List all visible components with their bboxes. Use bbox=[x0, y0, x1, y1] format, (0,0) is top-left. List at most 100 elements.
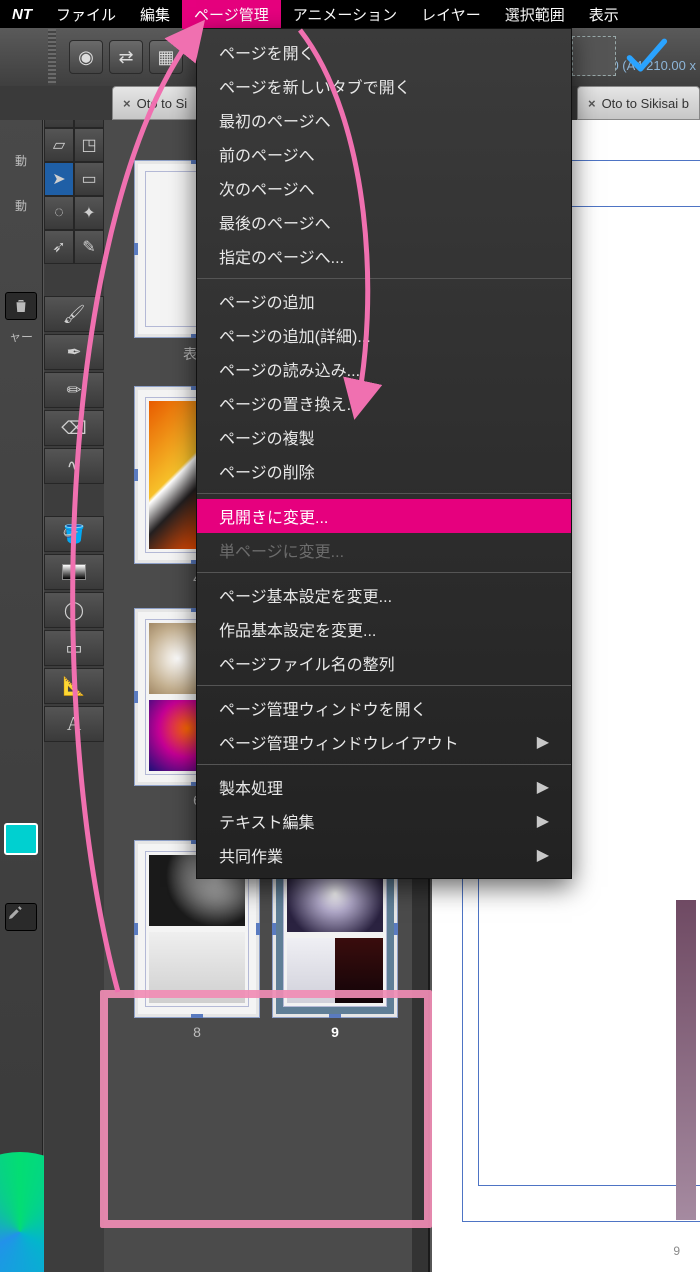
operation-tool-icon[interactable]: ◳ bbox=[74, 128, 104, 162]
menu-item[interactable]: ページの追加 bbox=[197, 284, 571, 318]
menu-item-label: 共同作業 bbox=[219, 843, 283, 867]
menu-item-label: ページ管理ウィンドウを開く bbox=[219, 696, 427, 720]
menu-ファイル[interactable]: ファイル bbox=[44, 0, 128, 29]
close-icon[interactable]: × bbox=[588, 96, 596, 111]
pencil-tool-icon[interactable]: ✏ bbox=[44, 372, 104, 408]
menu-item-label: ページの追加(詳細)... bbox=[219, 323, 371, 347]
confirm-button-icon[interactable] bbox=[624, 34, 668, 78]
menu-item[interactable]: テキスト編集 ▶ bbox=[197, 804, 571, 838]
fill-tool-icon[interactable]: 🪣 bbox=[44, 516, 104, 552]
menu-item[interactable]: 次のページへ bbox=[197, 171, 571, 205]
panel-label: 動 bbox=[0, 148, 42, 173]
submenu-arrow-icon: ▶ bbox=[537, 845, 549, 865]
menu-item[interactable]: 最初のページへ bbox=[197, 103, 571, 137]
menu-item[interactable]: ページ管理ウィンドウレイアウト ▶ bbox=[197, 725, 571, 759]
menu-item-label: ページを新しいタブで開く bbox=[219, 74, 411, 98]
lasso-tool-icon[interactable]: ◌ bbox=[44, 196, 74, 230]
menu-item[interactable]: ページ管理ウィンドウを開く bbox=[197, 691, 571, 725]
menu-item-label: ページの複製 bbox=[219, 425, 315, 449]
menu-NT[interactable]: NT bbox=[0, 2, 44, 27]
panel-label: ャー bbox=[0, 324, 42, 349]
menu-item-label: ページの置き換え... bbox=[219, 391, 360, 415]
menu-item-label: テキスト編集 bbox=[219, 809, 315, 833]
menu-item[interactable]: ページの複製 bbox=[197, 420, 571, 454]
menu-item[interactable]: 指定のページへ... bbox=[197, 239, 571, 273]
menu-item-label: 前のページへ bbox=[219, 142, 315, 166]
perspective-tool-icon[interactable]: ▱ bbox=[44, 128, 74, 162]
toolbar-button-grid-icon[interactable]: ▦ bbox=[149, 40, 183, 74]
page-management-menu[interactable]: ページを開くページを新しいタブで開く最初のページへ前のページへ次のページへ最後の… bbox=[196, 28, 572, 879]
canvas-page-number: 9 bbox=[673, 1244, 680, 1258]
menu-item-label: ページを開く bbox=[219, 40, 315, 64]
menu-item[interactable]: ページを新しいタブで開く bbox=[197, 69, 571, 103]
text-tool-icon[interactable]: A bbox=[44, 706, 104, 742]
menu-item[interactable]: 共同作業 ▶ bbox=[197, 838, 571, 872]
menu-item[interactable]: ページを開く bbox=[197, 35, 571, 69]
menu-item[interactable]: ページ基本設定を変更... bbox=[197, 578, 571, 612]
menu-item-label: 次のページへ bbox=[219, 176, 315, 200]
menu-表示[interactable]: 表示 bbox=[577, 0, 631, 29]
tool-options-icon[interactable] bbox=[5, 903, 37, 931]
menu-選択範囲[interactable]: 選択範囲 bbox=[493, 0, 577, 29]
eyedropper-tool-icon[interactable]: ➶ bbox=[44, 230, 74, 264]
brush-tool-icon[interactable]: 🖌 bbox=[44, 296, 104, 332]
move-layer-tool-icon[interactable]: ➤ bbox=[44, 162, 74, 196]
menu-item[interactable]: 前のページへ bbox=[197, 137, 571, 171]
menu-item-label: ページの追加 bbox=[219, 289, 315, 313]
menu-item[interactable]: 最後のページへ bbox=[197, 205, 571, 239]
select-tool-icon[interactable]: ▭ bbox=[74, 162, 104, 196]
panel-grip[interactable] bbox=[48, 29, 56, 85]
menu-item-label: ページファイル名の整列 bbox=[219, 651, 395, 675]
blend-tool-icon[interactable]: ∿ bbox=[44, 448, 104, 484]
submenu-arrow-icon: ▶ bbox=[537, 811, 549, 831]
menu-item-label: 最初のページへ bbox=[219, 108, 331, 132]
gradient-tool-icon[interactable] bbox=[44, 554, 104, 590]
menu-item-label: 単ページに変更... bbox=[219, 538, 344, 562]
airbrush-tool-icon[interactable]: ✒ bbox=[44, 334, 104, 370]
submenu-arrow-icon: ▶ bbox=[537, 777, 549, 797]
frame-tool-icon[interactable]: ▭ bbox=[44, 630, 104, 666]
snap-button-icon[interactable] bbox=[572, 36, 616, 76]
panel-label: 動 bbox=[0, 193, 42, 218]
toolbar-button-spiral-icon[interactable]: ◉ bbox=[69, 40, 103, 74]
menu-item: 単ページに変更... bbox=[197, 533, 571, 567]
menu-item[interactable]: ページの置き換え... bbox=[197, 386, 571, 420]
menu-item-label: 指定のページへ... bbox=[219, 244, 344, 268]
annotation-selection-box bbox=[100, 990, 432, 1228]
menu-item[interactable]: 作品基本設定を変更... bbox=[197, 612, 571, 646]
menu-item[interactable]: 製本処理▶ bbox=[197, 770, 571, 804]
trash-icon[interactable] bbox=[5, 292, 37, 320]
tool-palette: ✋ ↻ ✥ ▱ ◳ ➤ ▭ ◌ ✦ ➶ ✎ 🖌 ✒ ✏ ⌫ ∿ 🪣 ◯ bbox=[44, 60, 105, 1272]
document-tab[interactable]: × Oto to Si bbox=[112, 86, 198, 120]
menu-item-label: 最後のページへ bbox=[219, 210, 331, 234]
eraser-tool-icon[interactable]: ⌫ bbox=[44, 410, 104, 446]
figure-tool-icon[interactable]: ◯ bbox=[44, 592, 104, 628]
menu-編集[interactable]: 編集 bbox=[128, 0, 182, 29]
submenu-arrow-icon: ▶ bbox=[537, 732, 549, 752]
menu-item[interactable]: ページの削除 bbox=[197, 454, 571, 488]
menu-item[interactable]: 見開きに変更... bbox=[197, 499, 571, 533]
menu-item-label: ページの削除 bbox=[219, 459, 315, 483]
menu-item[interactable]: ページの追加(詳細)... bbox=[197, 318, 571, 352]
toolbar-button-swap-icon[interactable]: ⇄ bbox=[109, 40, 143, 74]
ruler-tool-icon[interactable]: 📐 bbox=[44, 668, 104, 704]
menu-アニメーション[interactable]: アニメーション bbox=[281, 0, 409, 29]
menu-item-label: 見開きに変更... bbox=[219, 504, 328, 528]
close-icon[interactable]: × bbox=[123, 96, 131, 111]
document-tab-label: Oto to Sikisai b bbox=[602, 96, 689, 111]
pen-tool-icon[interactable]: ✎ bbox=[74, 230, 104, 264]
menu-item-label: ページの読み込み... bbox=[219, 357, 360, 381]
menu-item-label: ページ管理ウィンドウレイアウト bbox=[219, 730, 459, 754]
menu-item[interactable]: ページの読み込み... bbox=[197, 352, 571, 386]
document-tab-label: Oto to Si bbox=[137, 96, 188, 111]
menu-ページ管理[interactable]: ページ管理 bbox=[182, 0, 281, 29]
menu-item[interactable]: ページファイル名の整列 bbox=[197, 646, 571, 680]
foreground-color-swatch[interactable] bbox=[4, 823, 38, 855]
canvas-content-edge bbox=[676, 900, 696, 1220]
menu-bar[interactable]: NTファイル編集ページ管理アニメーションレイヤー選択範囲表示 bbox=[0, 0, 700, 28]
document-tab[interactable]: × Oto to Sikisai b bbox=[577, 86, 700, 120]
wand-tool-icon[interactable]: ✦ bbox=[74, 196, 104, 230]
menu-item-label: 作品基本設定を変更... bbox=[219, 617, 376, 641]
menu-レイヤー[interactable]: レイヤー bbox=[409, 0, 493, 29]
left-property-column: 動 動 ャー bbox=[0, 28, 43, 1272]
